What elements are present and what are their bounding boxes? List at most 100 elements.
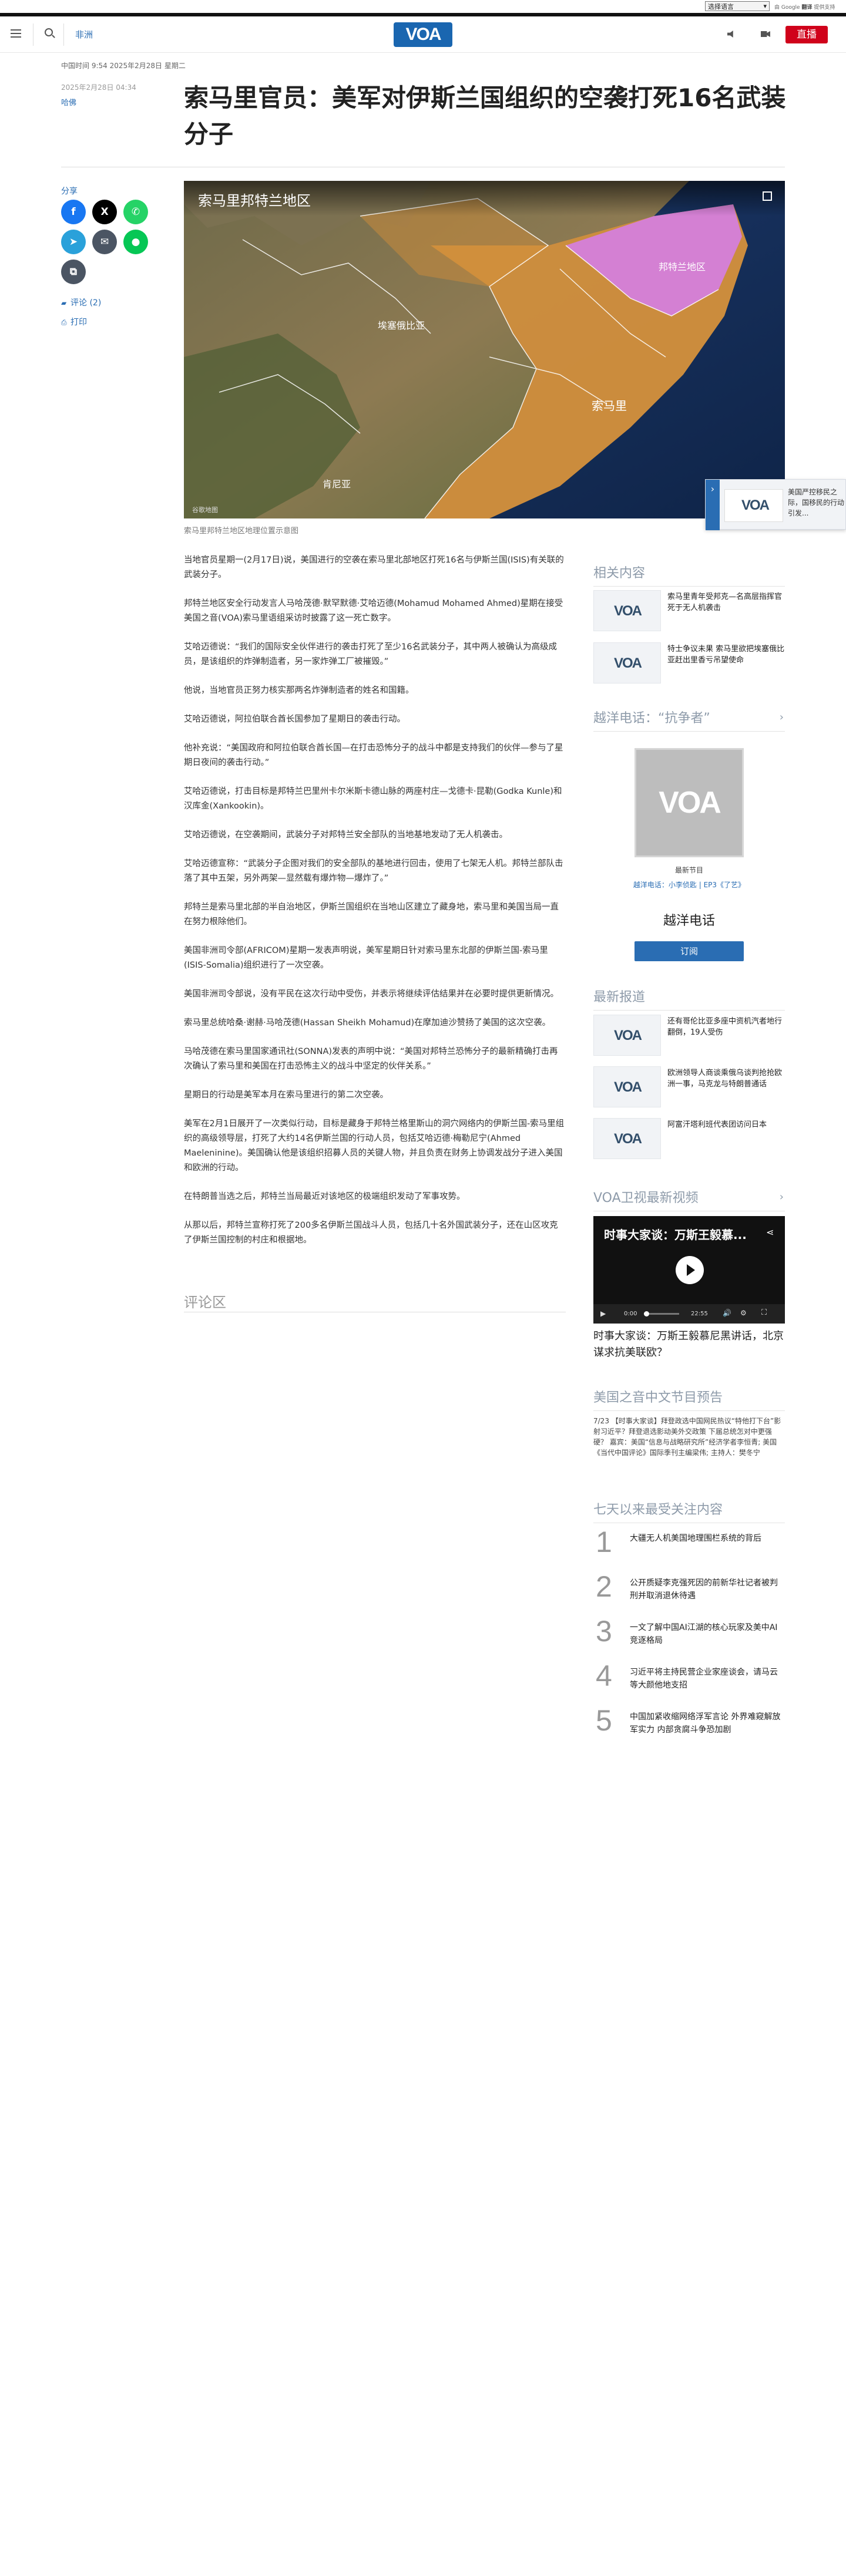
floating-card-text: 美国严控移民之际，国移民的行动引发... <box>788 488 845 517</box>
comment-icon: ▰ <box>61 299 67 307</box>
article-paragraph: 艾哈迈德说，阿拉伯联合酋长国参加了星期日的袭击行动。 <box>184 715 405 724</box>
video-controls: ▶ 0:00 22:55 🔊 ⚙ ⛶ <box>593 1304 785 1324</box>
email-share-button[interactable]: ✉ <box>92 230 117 254</box>
print-link[interactable]: ⎙ 打印 <box>61 316 87 328</box>
fullscreen-icon[interactable] <box>763 191 772 201</box>
email-icon: ✉ <box>100 236 109 248</box>
map-label-somalia: 索马里 <box>592 399 627 413</box>
site-header: 非洲 VOA 直播 <box>0 16 846 53</box>
telegram-share-button[interactable]: ➤ <box>61 230 86 254</box>
facebook-share-button[interactable]: f <box>61 200 86 224</box>
voa-logo-large: VOA <box>659 786 721 820</box>
video-caption[interactable]: 时事大家谈：万斯王毅慕尼黑讲话，北京谋求抗美联欧？ <box>593 1328 785 1361</box>
image-overlay-title: 索马里邦特兰地区 <box>198 193 311 209</box>
voa-logo-small: VOA <box>613 1131 642 1147</box>
latest-item[interactable]: VOA 阿富汗塔利班代表团访问日本 <box>593 1118 785 1159</box>
chevron-down-icon: ▾ <box>763 2 767 10</box>
video-icon[interactable] <box>761 31 770 37</box>
popular-item[interactable]: 3 一文了解中国AI江湖的核心玩家及美中AI竞逐格局 <box>593 1615 785 1653</box>
popular-item[interactable]: 5 中国加紧收缩网络浮军言论 外界难窥解放军实力 内部贪腐斗争恐加剧 <box>593 1704 785 1742</box>
floating-related-card[interactable]: › VOA 美国严控移民之际，国移民的行动引发... <box>705 479 846 530</box>
chevron-right-icon: › <box>779 711 784 723</box>
region-link-africa[interactable]: 非洲 <box>75 28 93 41</box>
popular-rank: 5 <box>596 1704 612 1737</box>
video-progress-bar[interactable] <box>644 1313 679 1315</box>
volume-icon[interactable]: 🔊 <box>723 1309 731 1317</box>
published-date: 2025年2月28日 04:34 <box>61 83 136 92</box>
play-icon[interactable]: ▶ <box>600 1309 606 1318</box>
google-brand: 翻译 <box>801 5 813 11</box>
podcast-cover[interactable]: VOA <box>634 748 744 857</box>
audio-icon[interactable] <box>727 31 733 38</box>
popular-item[interactable]: 4 习近平将主持民营企业家座谈会，请马云等大颜他地支招 <box>593 1659 785 1698</box>
popular-rank: 2 <box>596 1570 612 1603</box>
google-suffix: 提供支持 <box>814 5 835 11</box>
latest-title-text: 最新报道 <box>593 990 646 1005</box>
voa-logo-small: VOA <box>613 1028 642 1043</box>
related-item[interactable]: VOA 特士争议未果 索马里欲把埃塞俄比亚赶出里香亏吊望使命 <box>593 642 785 683</box>
video-player[interactable]: 时事大家谈：万斯王毅慕... ⋖ ▶ 0:00 22:55 🔊 ⚙ ⛶ <box>593 1216 785 1324</box>
whatsapp-share-button[interactable]: ✆ <box>123 200 148 224</box>
latest-thumbnail: VOA <box>593 1015 661 1056</box>
article-paragraph: 邦特兰是索马里北部的半自治地区，伊斯兰国组织在当地山区建立了藏身地，索马里和美国… <box>184 903 559 927</box>
article-paragraph: 索马里总统哈桑·谢赫·马哈茂德(Hassan Sheikh Mohamud)在摩… <box>184 1018 551 1028</box>
video-scrubber[interactable] <box>644 1311 649 1316</box>
x-share-button[interactable]: X <box>92 200 117 224</box>
comments-link[interactable]: ▰ 评论 (2) <box>61 297 101 308</box>
article-paragraph: 艾哈迈德宣称：“武装分子企图对我们的安全部队的基地进行回击，使用了七架无人机。邦… <box>184 859 563 883</box>
search-icon[interactable] <box>45 28 53 36</box>
popular-item[interactable]: 2 公开质疑李克强死因的前新华社记者被判刑并取消退休待遇 <box>593 1570 785 1608</box>
video-section-title-text: VOA卫视最新视频 <box>593 1191 699 1205</box>
popular-item-title: 习近平将主持民营企业家座谈会，请马云等大颜他地支招 <box>630 1668 778 1690</box>
video-section-title[interactable]: VOA卫视最新视频 › <box>593 1187 785 1211</box>
copy-link-button[interactable]: ⧉ <box>61 260 86 284</box>
hero-image[interactable]: 邦特兰地区 埃塞俄比亚 索马里 肯尼亚 索马里邦特兰地区 谷歌地图 <box>184 181 785 518</box>
map-label-puntland: 邦特兰地区 <box>659 261 706 272</box>
menu-icon[interactable] <box>11 29 21 38</box>
article-title: 索马里官员：美军对伊斯兰国组织的空袭打死16名武装分子 <box>184 83 786 149</box>
latest-thumbnail: VOA <box>593 1118 661 1159</box>
category-link[interactable]: 哈佛 <box>61 96 76 107</box>
subscribe-button[interactable]: 订阅 <box>634 941 744 961</box>
map-label-kenya: 肯尼亚 <box>323 479 351 490</box>
podcast-episode-link[interactable]: 越洋电话：小李侦匙 | EP3《了艺》 <box>593 880 785 890</box>
latest-item-title: 还有哥伦比亚多座中资机汽者地行翻倒，19人受伤 <box>667 1017 783 1037</box>
voa-logo-small: VOA <box>741 497 770 513</box>
play-button[interactable] <box>676 1256 704 1284</box>
line-share-button[interactable]: ● <box>123 230 148 254</box>
image-source: 谷歌地图 <box>192 506 218 514</box>
related-item[interactable]: VOA 索马里青年受邦克—名高层指挥官死于无人机袭击 <box>593 590 785 631</box>
popular-rank: 4 <box>596 1659 612 1692</box>
popular-item-title: 中国加紧收缩网络浮军言论 外界难窥解放军实力 内部贪腐斗争恐加剧 <box>630 1712 781 1735</box>
arrow-right-icon: › <box>706 480 720 530</box>
voa-logo[interactable]: VOA <box>394 22 452 47</box>
top-strip: 选择语言 ▾ 由 Google 翻译 提供支持 <box>0 0 846 16</box>
dateline-top: 中国时间 9:54 2025年2月28日 星期二 <box>61 62 186 70</box>
fullscreen-icon[interactable]: ⛶ <box>761 1308 767 1317</box>
image-caption: 索马里邦特兰地区地理位置示意图 <box>184 527 299 536</box>
video-overlay-title: 时事大家谈：万斯王毅慕... <box>604 1228 747 1242</box>
popular-rank: 1 <box>596 1526 612 1558</box>
live-button[interactable]: 直播 <box>785 26 828 43</box>
podcast-section-title[interactable]: 越洋电话：“抗争者” › <box>593 708 785 732</box>
popular-item[interactable]: 1 大疆无人机美国地理围栏系统的背后 <box>593 1526 785 1564</box>
language-select[interactable]: 选择语言 ▾ <box>705 1 770 11</box>
voa-logo-small: VOA <box>613 603 642 619</box>
floating-card-thumbnail: VOA <box>724 489 783 522</box>
article-body: 当地官员星期一(2月17日)说，美国进行的空袭在索马里北部地区打死16名与伊斯兰… <box>184 553 565 1262</box>
settings-icon[interactable]: ⚙ <box>740 1309 747 1317</box>
article-paragraph: 在特朗普当选之后，邦特兰当局最近对该地区的极端组织发动了军事攻势。 <box>184 1192 465 1201</box>
latest-item[interactable]: VOA 还有哥伦比亚多座中资机汽者地行翻倒，19人受伤 <box>593 1015 785 1056</box>
latest-item-title: 欧洲领导人商谈乘俄乌谈判抢抢欧洲一事，马克龙与特朗普通话 <box>667 1069 783 1089</box>
map-label-ethiopia: 埃塞俄比亚 <box>378 320 425 331</box>
preview-section-title: 美国之音中文节目预告 <box>593 1387 785 1411</box>
google-prefix: 由 Google <box>774 5 800 11</box>
facebook-icon: f <box>71 206 76 218</box>
share-icon[interactable]: ⋖ <box>766 1227 774 1238</box>
article-paragraph: 他说，当地官员正努力核实那两名炸弹制造者的姓名和国籍。 <box>184 686 414 695</box>
google-translate-credit[interactable]: 由 Google 翻译 提供支持 <box>774 3 835 11</box>
podcast-title-text: 越洋电话：“抗争者” <box>593 711 710 726</box>
latest-item-title: 阿富汗塔利班代表团访问日本 <box>667 1120 767 1129</box>
article-paragraph: 美国非洲司令部说，没有平民在这次行动中受伤，并表示将继续评估结果并在必要时提供更… <box>184 989 559 999</box>
latest-item[interactable]: VOA 欧洲领导人商谈乘俄乌谈判抢抢欧洲一事，马克龙与特朗普通话 <box>593 1066 785 1107</box>
